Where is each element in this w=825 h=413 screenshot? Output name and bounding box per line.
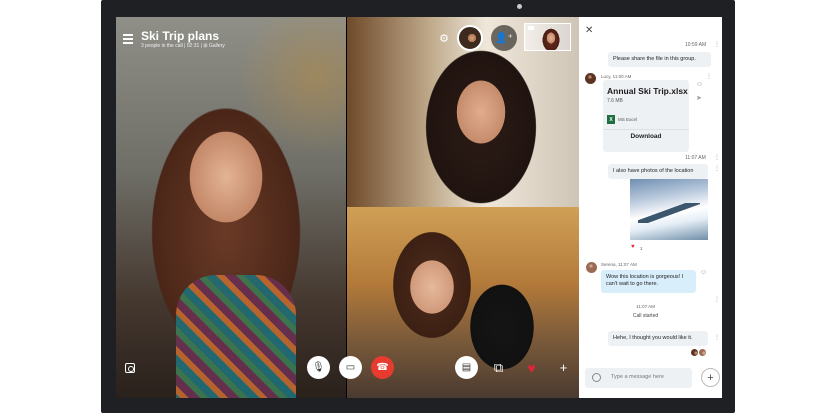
reaction-count: 1 [640,246,643,251]
camera-dot [517,4,522,9]
message-options-icon[interactable]: ⋮ [714,165,720,172]
message-options-icon[interactable]: ⋮ [706,73,712,80]
message-bubble: I also have photos of the location [608,164,708,180]
avatar [586,262,597,273]
sender-name: Lucy, 11:00 AM [601,74,632,79]
message-options-icon[interactable]: ⋮ [714,41,720,48]
file-type: X MS Excel [607,115,637,124]
file-type-label: MS Excel [618,117,638,122]
emoji-reaction-icon[interactable]: ☺ [700,269,707,276]
shared-photo[interactable] [630,179,708,240]
message-input[interactable] [611,374,681,380]
call-started-label: Call started [632,313,659,319]
add-person-icon[interactable]: 👤⁺ [491,25,517,51]
message-bubble: Wow this location is gorgeous! I can't w… [601,270,696,293]
heart-reaction-button[interactable]: ♥ [520,356,543,379]
call-screen: Ski Trip plans 3 people in the call | 02… [116,17,722,398]
close-icon[interactable]: ✕ [585,25,593,36]
emoji-icon[interactable] [592,373,601,382]
menu-icon[interactable] [123,34,133,44]
chat-button[interactable]: ▤ [455,356,478,379]
message-options-icon[interactable]: ⋮ [714,334,720,341]
emoji-reaction-icon[interactable]: ☺ [696,81,703,88]
message-bubble: Please share the file in this group. [608,52,711,68]
call-started-time: 11:07 AM [636,304,655,309]
message-options-icon[interactable]: ⋮ [714,296,720,303]
call-subtitle: 3 people in the call | 02:31 | ⊞ Gallery [141,43,225,49]
snapshot-icon[interactable] [125,363,135,373]
add-attachment-button[interactable]: + [701,368,720,387]
divider [603,129,689,130]
sender-name: Serena, 11:07 AM [601,262,637,267]
participant-avatar[interactable] [457,25,483,51]
hang-up-button[interactable]: ☎ [371,356,394,379]
more-options-button[interactable]: + [552,356,575,379]
microphone-button[interactable]: 🎙 [307,356,330,379]
message-options-icon[interactable]: ⋮ [714,154,720,161]
call-title: Ski Trip plans [141,29,220,43]
video-tile-participant-1[interactable] [116,17,346,398]
gear-icon[interactable]: ⚙ [438,32,450,45]
chat-panel: ✕ 10:59 AM ⋮ Please share the file in th… [579,17,722,398]
excel-icon: X [607,115,615,124]
self-view-preview[interactable] [524,23,571,51]
file-size: 7.6 MB [607,98,623,104]
file-attachment-card[interactable]: Annual Ski Trip.xlsx 7.6 MB X MS Excel D… [603,80,689,152]
heart-icon[interactable]: ♥ [631,244,635,250]
message-timestamp: 11:07 AM [685,155,706,161]
video-toggle-button[interactable]: ▭ [339,356,362,379]
file-name: Annual Ski Trip.xlsx [607,86,688,96]
forward-icon[interactable]: ➤ [696,94,702,102]
screen-share-button[interactable]: ⧉ [487,356,510,379]
message-timestamp: 10:59 AM [685,42,707,48]
avatar [691,349,698,356]
avatar [699,349,706,356]
compose-box [585,368,692,388]
message-bubble: Hehe, I thought you would like it. [608,331,708,347]
self-view-badge [528,26,534,30]
download-button[interactable]: Download [603,133,689,140]
avatar [585,73,596,84]
